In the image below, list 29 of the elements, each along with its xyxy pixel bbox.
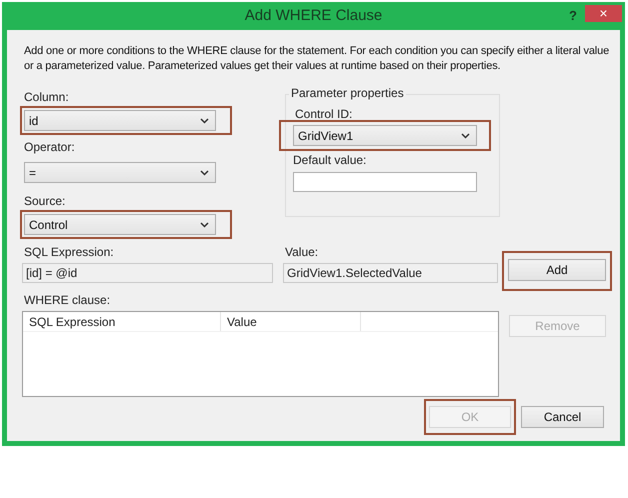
sql-expression-field[interactable]: [id] = @id (22, 263, 273, 283)
chevron-down-icon (200, 170, 209, 176)
value-field[interactable]: GridView1.SelectedValue (283, 263, 498, 283)
dialog-button[interactable]: Add (508, 259, 606, 281)
close-button[interactable]: × (585, 5, 622, 22)
field-label: Default value: (293, 153, 368, 167)
field-label: SQL Expression: (24, 245, 115, 259)
field-label: WHERE clause: (24, 293, 112, 307)
dropdown[interactable]: = (24, 162, 216, 183)
dropdown[interactable]: id (24, 110, 216, 131)
column-header[interactable]: Value (221, 312, 361, 331)
description-text: Add one or more conditions to the WHERE clause for the statement. For each condition you can specify either a literal value or a parameterized value. Parameterized values get their values at runtime based on their properties. (23, 44, 610, 74)
chevron-down-icon (461, 132, 470, 138)
chevron-down-icon (200, 222, 209, 228)
dropdown[interactable]: Control (24, 214, 216, 235)
dropdown[interactable]: GridView1 (293, 125, 477, 146)
field-label: Value: (285, 245, 320, 259)
window-title: Add WHERE Clause (244, 6, 382, 26)
field-label: Source: (24, 194, 66, 208)
field-label: Control ID: (295, 107, 354, 121)
where-clause-list[interactable]: SQL Expression Value (22, 311, 499, 397)
column-header[interactable]: SQL Expression (23, 312, 221, 331)
field-label: Column: (24, 90, 70, 104)
group-title: Parameter properties (289, 86, 406, 100)
chevron-down-icon (200, 118, 209, 124)
field-label: Operator: (24, 140, 76, 154)
default-value-field[interactable] (293, 172, 477, 192)
help-button[interactable]: ? (569, 6, 577, 26)
dialog-button[interactable]: Cancel (521, 406, 604, 428)
